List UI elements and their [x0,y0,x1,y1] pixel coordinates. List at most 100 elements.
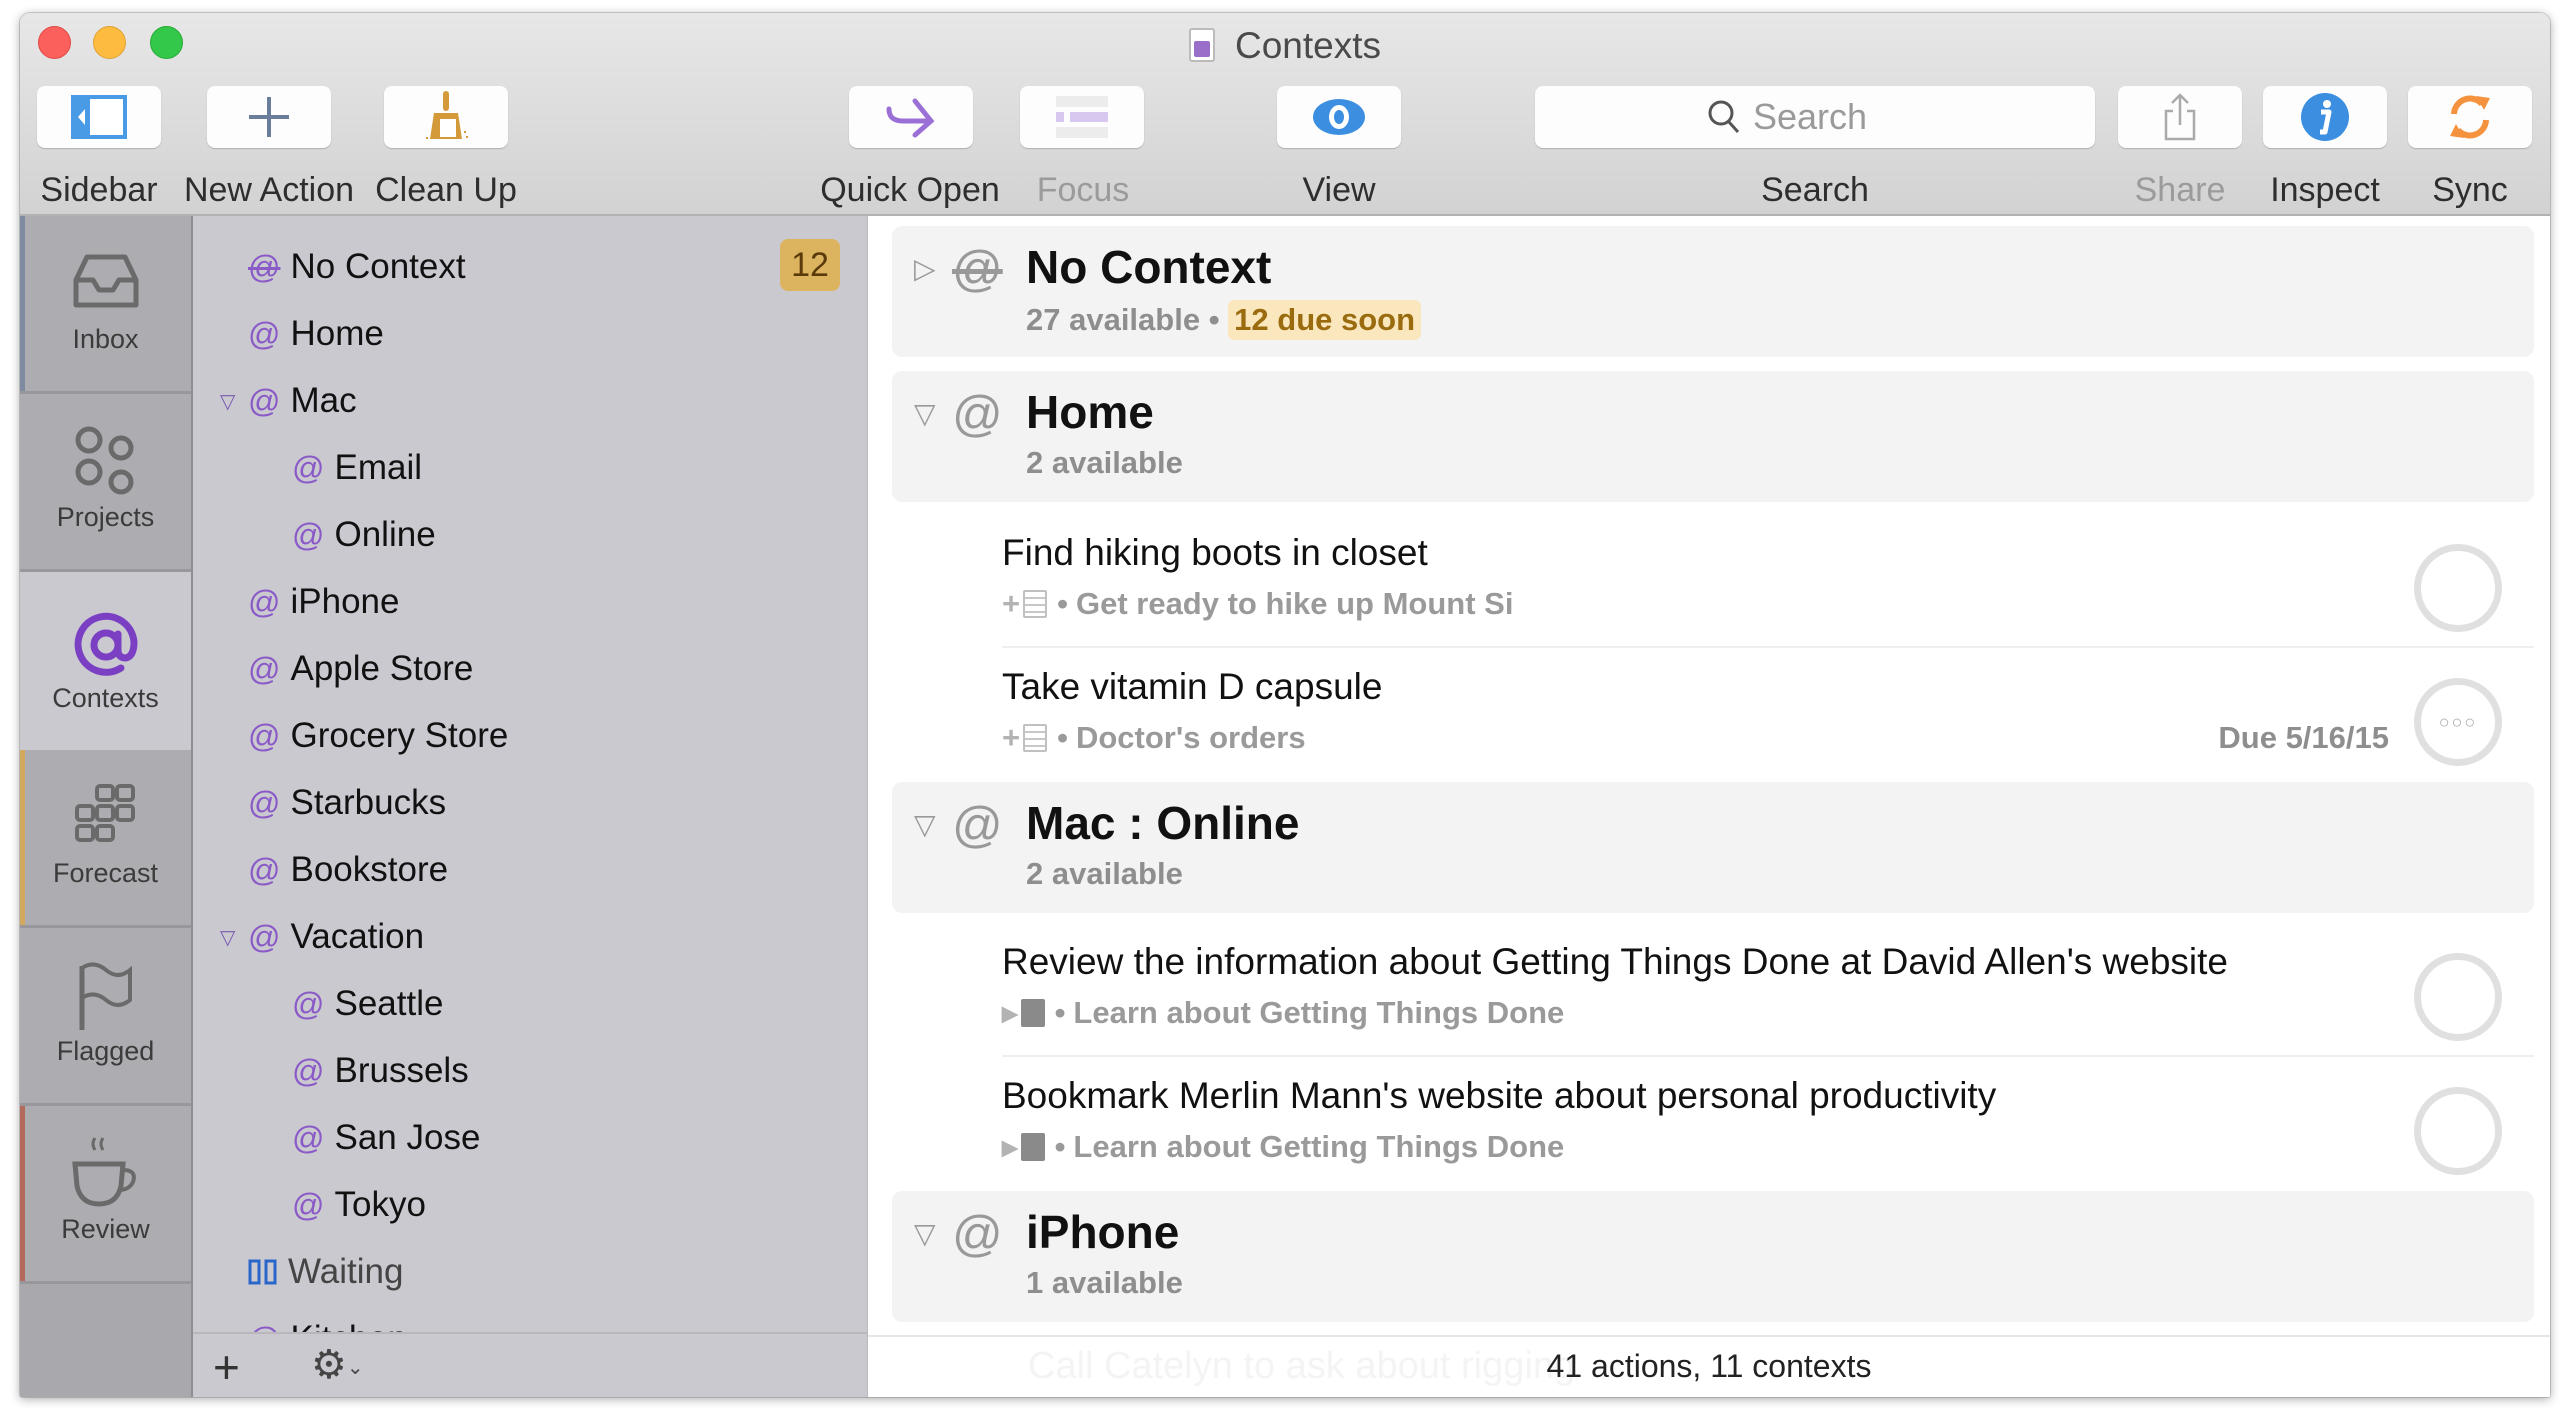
view-label: View [1302,171,1376,209]
perspective-tabs: Inbox Projects Contexts Forecast Flagged… [20,216,193,1397]
share-button[interactable] [2118,86,2242,148]
view-button[interactable] [1277,86,1401,148]
sidebar-item-vacation[interactable]: ▽ @ Vacation [220,907,424,967]
action-row[interactable]: Find hiking boots in closet + • Get read… [1002,514,2534,645]
sidebar-item-online[interactable]: @ Online [292,505,436,565]
sidebar-item-label: Bookstore [290,850,449,889]
disclosure-expanded-icon[interactable]: ▽ [220,925,235,950]
sidebar-item-seattle[interactable]: @ Seattle [292,974,443,1034]
window-title: Contexts [20,25,2550,67]
single-actions-project-icon: + [1002,586,1048,622]
search-icon [1708,100,1740,134]
share-label: Share [2134,171,2226,209]
sidebar-item-grocery-store[interactable]: @ Grocery Store [248,706,508,766]
flag-icon [79,962,132,1030]
disclosure-expanded-icon[interactable]: ▽ [914,397,936,430]
sidebar-icon [71,95,127,139]
disclosure-expanded-icon[interactable]: ▽ [914,808,936,841]
group-subtitle: 27 available • 12 due soon [1026,300,1422,340]
no-context-icon: @ [952,241,1003,297]
waiting-pause-icon [248,1259,277,1285]
sidebar-item-apple-store[interactable]: @ Apple Store [248,639,473,699]
tab-flagged-label: Flagged [56,1036,155,1066]
tab-projects[interactable]: Projects [20,394,191,572]
sidebar-item-label: iPhone [290,582,400,621]
add-context-button[interactable]: + [213,1340,240,1394]
available-count: 2 available [1026,445,1183,480]
action-title[interactable]: Review the information about Getting Thi… [1002,941,2228,983]
repeating-checkbox[interactable]: ○○○ [2414,678,2502,766]
sidebar-item-iphone[interactable]: @ iPhone [248,572,399,632]
sync-button[interactable] [2408,86,2532,148]
inspect-button[interactable] [2263,86,2387,148]
quick-open-button[interactable] [849,86,973,148]
info-icon [2301,93,2349,141]
main-outline: ▷ @ No Context 27 available • 12 due soo… [868,216,2550,1397]
sidebar-item-starbucks[interactable]: @ Starbucks [248,773,446,833]
completion-checkbox[interactable] [2414,544,2502,632]
sidebar-item-label: Grocery Store [290,716,509,755]
action-project: + • Doctor's orders [1002,720,1306,756]
action-row[interactable]: Bookmark Merlin Mann's website about per… [1002,1055,2534,1186]
project-name: Doctor's orders [1075,720,1306,755]
group-header-iphone[interactable]: ▽ @ iPhone 1 available [892,1191,2534,1322]
no-context-icon: @ [248,248,281,285]
status-text: 41 actions, 11 contexts [1546,1348,1872,1384]
sidebar-item-no-context[interactable]: @ No Context [248,237,466,297]
focus-button[interactable] [1020,86,1144,148]
sidebar-item-email[interactable]: @ Email [292,438,422,498]
project-name: Learn about Getting Things Done [1073,995,1565,1030]
search-field[interactable] [1535,86,2095,148]
bullet: • [1054,1129,1066,1164]
sidebar-button[interactable] [37,86,161,148]
group-title: Mac : Online [1026,797,1300,849]
project-name: Get ready to hike up Mount Si [1075,586,1514,621]
focus-list-icon [1056,96,1108,138]
sidebar-item-waiting[interactable]: Waiting [248,1242,403,1302]
completion-checkbox[interactable] [2414,1087,2502,1175]
sidebar-item-san-jose[interactable]: @ San Jose [292,1108,480,1168]
tab-forecast[interactable]: Forecast [20,750,191,928]
group-header-mac-online[interactable]: ▽ @ Mac : Online 2 available [892,782,2534,913]
action-row[interactable]: Take vitamin D capsule + • Doctor's orde… [1002,646,2534,777]
at-icon: @ [292,1119,325,1156]
sidebar-item-mac[interactable]: ▽ @ Mac [220,371,357,431]
tab-contexts[interactable]: Contexts [20,572,191,750]
disclosure-expanded-icon[interactable]: ▽ [914,1217,936,1250]
gear-icon: ⚙ [311,1343,347,1387]
sidebar-item-home[interactable]: @ Home [248,304,384,364]
eye-icon [1313,99,1365,135]
sidebar-item-brussels[interactable]: @ Brussels [292,1041,469,1101]
new-action-button[interactable] [207,86,331,148]
gear-menu-button[interactable]: ⚙⌄ [311,1342,364,1388]
action-title[interactable]: Take vitamin D capsule [1002,666,1382,708]
available-count: 27 available [1026,302,1201,337]
sidebar-item-tokyo[interactable]: @ Tokyo [292,1175,426,1235]
sidebar-item-bookstore[interactable]: @ Bookstore [248,840,448,900]
action-row[interactable]: Review the information about Getting Thi… [1002,923,2534,1054]
at-icon: @ [292,449,325,486]
group-header-home[interactable]: ▽ @ Home 2 available [892,371,2534,502]
tab-inbox[interactable]: Inbox [20,216,191,394]
clean-up-button[interactable] [384,86,508,148]
window-title-text: Contexts [1234,25,1381,66]
action-title[interactable]: Find hiking boots in closet [1002,532,1428,574]
sidebar-item-label: Tokyo [334,1185,426,1224]
at-icon: @ [292,516,325,553]
tab-review[interactable]: Review [20,1106,191,1284]
repeat-dots-icon: ○○○ [2438,711,2478,732]
disclosure-collapsed-icon[interactable]: ▷ [914,252,936,285]
search-input[interactable] [1753,96,1923,138]
new-action-label: New Action [183,171,355,209]
action-title[interactable]: Bookmark Merlin Mann's website about per… [1002,1075,1996,1117]
completion-checkbox[interactable] [2414,953,2502,1041]
group-header-no-context[interactable]: ▷ @ No Context 27 available • 12 due soo… [892,226,2534,357]
disclosure-expanded-icon[interactable]: ▽ [220,389,235,414]
tab-flagged[interactable]: Flagged [20,928,191,1106]
group-title: No Context [1026,241,1272,293]
chevron-down-icon: ⌄ [346,1357,364,1379]
at-icon: @ [248,583,281,620]
plus-icon [249,97,289,137]
search-label: Search [1761,171,1869,209]
at-icon: @ [292,1186,325,1223]
